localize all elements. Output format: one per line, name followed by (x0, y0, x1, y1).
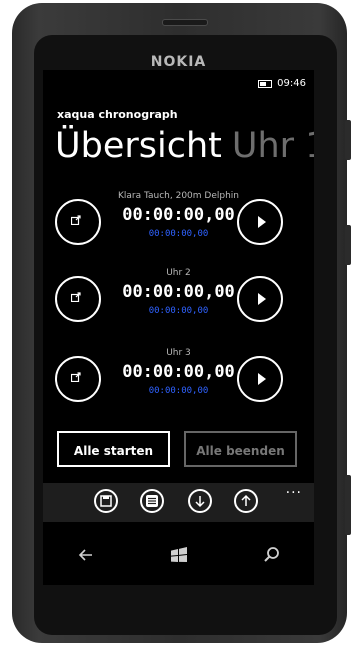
play-button[interactable] (237, 356, 283, 402)
save-button[interactable] (94, 489, 118, 513)
battery-icon (258, 79, 273, 88)
move-down-button[interactable] (188, 489, 212, 513)
screen: 09:46 xaqua chronograph ÜbersichtUhr 1 K… (43, 70, 314, 585)
pivot-header: ÜbersichtUhr 1 (55, 124, 314, 168)
timer-label: Uhr 3 (166, 348, 191, 358)
stop-all-button[interactable]: Alle beenden (184, 431, 297, 467)
timer-row: Uhr 3 00:00:00,00 00:00:00,00 (43, 348, 314, 418)
windows-icon[interactable] (168, 544, 190, 566)
arrow-up-icon (241, 494, 251, 506)
nav-bar (43, 530, 314, 585)
more-button[interactable]: ... (286, 481, 302, 497)
timer-row: Klara Tauch, 200m Delphin 00:00:00,00 00… (43, 191, 314, 261)
list-icon (146, 495, 158, 507)
play-icon (258, 373, 266, 385)
arrow-down-icon (195, 496, 205, 508)
start-all-button[interactable]: Alle starten (57, 431, 170, 467)
play-button[interactable] (237, 276, 283, 322)
search-icon[interactable] (261, 544, 283, 566)
timer-label: Klara Tauch, 200m Delphin (118, 191, 239, 201)
list-button[interactable] (140, 489, 164, 513)
pivot-item-next[interactable]: Uhr 1 (232, 126, 314, 166)
pivot-item-active[interactable]: Übersicht (55, 126, 222, 166)
play-button[interactable] (237, 199, 283, 245)
brand-logo: NOKIA (150, 54, 207, 70)
clock: 09:46 (277, 78, 306, 89)
play-icon (258, 216, 266, 228)
app-bar: ... (43, 481, 314, 522)
timer-row: Uhr 2 00:00:00,00 00:00:00,00 (43, 268, 314, 338)
back-icon[interactable] (75, 544, 97, 566)
timer-label: Uhr 2 (166, 268, 191, 278)
earpiece (162, 19, 208, 26)
volume-button (345, 120, 351, 160)
app-title: xaqua chronograph (57, 108, 178, 121)
play-icon (258, 293, 266, 305)
move-up-button[interactable] (234, 489, 258, 513)
power-button (345, 225, 351, 265)
camera-button (345, 475, 351, 535)
save-icon (100, 495, 112, 507)
status-bar: 09:46 (258, 78, 306, 89)
